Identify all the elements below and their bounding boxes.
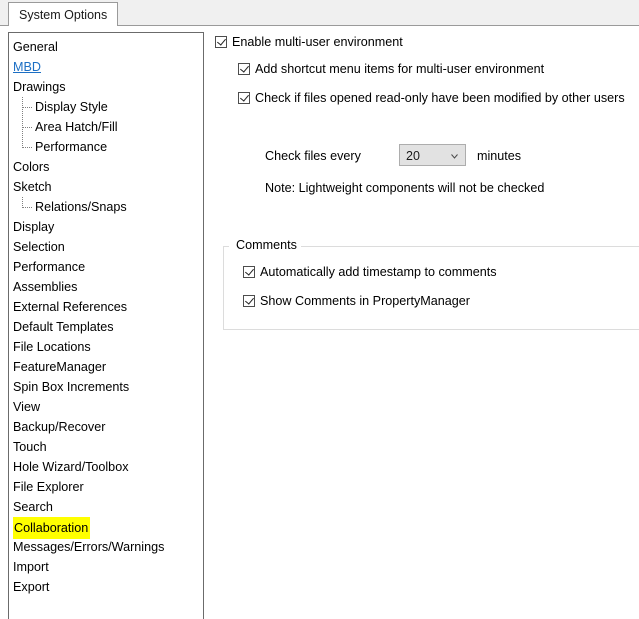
show-comments-pm-label: Show Comments in PropertyManager (260, 294, 470, 308)
check-interval-combobox[interactable]: 20 (399, 144, 466, 166)
tab-system-options[interactable]: System Options (8, 2, 119, 26)
sidebar-item-assemblies[interactable]: Assemblies (9, 277, 203, 297)
comments-group-title: Comments (232, 237, 301, 253)
sidebar-item-search[interactable]: Search (9, 497, 203, 517)
sidebar-item-external-references[interactable]: External References (9, 297, 203, 317)
sidebar-item-label: Import (13, 560, 49, 574)
sidebar-item-mbd[interactable]: MBD (9, 57, 203, 77)
lightweight-note: Note: Lightweight components will not be… (265, 181, 545, 195)
sidebar-item-general[interactable]: General (9, 37, 203, 57)
sidebar-item-performance[interactable]: Performance (9, 257, 203, 277)
tree-connector (9, 117, 35, 137)
tree-connector (9, 137, 35, 157)
sidebar-item-display-style[interactable]: Display Style (9, 97, 203, 117)
auto-timestamp-label: Automatically add timestamp to comments (260, 265, 497, 279)
sidebar-item-label: View (13, 400, 41, 414)
tree-connector (9, 197, 35, 217)
sidebar-item-label: Performance (13, 260, 86, 274)
sidebar-item-performance[interactable]: Performance (9, 137, 203, 157)
sidebar-item-label: Backup/Recover (13, 420, 106, 434)
check-readonly-label: Check if files opened read-only have bee… (255, 91, 625, 105)
sidebar-item-touch[interactable]: Touch (9, 437, 203, 457)
sidebar-item-label: Sketch (13, 180, 52, 194)
sidebar-item-drawings[interactable]: Drawings (9, 77, 203, 97)
sidebar-item-label: Search (13, 500, 53, 514)
sidebar-item-label: Messages/Errors/Warnings (13, 540, 165, 554)
sidebar-item-export[interactable]: Export (9, 577, 203, 597)
sidebar-item-label: MBD (13, 60, 41, 74)
sidebar-item-default-templates[interactable]: Default Templates (9, 317, 203, 337)
sidebar-item-label: Spin Box Increments (13, 380, 130, 394)
sidebar-item-label: Export (13, 580, 50, 594)
checkbox-row-add-shortcut[interactable]: Add shortcut menu items for multi-user e… (238, 61, 544, 77)
sidebar-item-label: File Explorer (13, 480, 84, 494)
add-shortcut-label: Add shortcut menu items for multi-user e… (255, 62, 545, 76)
sidebar-item-label: Selection (13, 240, 65, 254)
sidebar-item-relations-snaps[interactable]: Relations/Snaps (9, 197, 203, 217)
group-border-left (223, 246, 229, 247)
check-interval-suffix-label: minutes (477, 149, 522, 163)
sidebar-item-label: Default Templates (13, 320, 114, 334)
show-comments-pm-checkbox[interactable] (243, 295, 255, 307)
check-readonly-checkbox[interactable] (238, 92, 250, 104)
sidebar-item-selection[interactable]: Selection (9, 237, 203, 257)
sidebar-item-label: Area Hatch/Fill (35, 120, 118, 134)
sidebar-item-label: Relations/Snaps (35, 200, 127, 214)
add-shortcut-checkbox[interactable] (238, 63, 250, 75)
sidebar-item-label: Display (13, 220, 55, 234)
tab-strip: System Options (0, 0, 639, 26)
sidebar-item-label: External References (13, 300, 128, 314)
enable-multiuser-label: Enable multi-user environment (232, 35, 403, 49)
sidebar-item-label: Drawings (13, 80, 66, 94)
sidebar-item-label: Hole Wizard/Toolbox (13, 460, 129, 474)
sidebar-item-display[interactable]: Display (9, 217, 203, 237)
chevron-down-icon (451, 153, 458, 160)
checkbox-row-auto-timestamp[interactable]: Automatically add timestamp to comments (243, 264, 497, 280)
sidebar-item-label: Touch (13, 440, 47, 454)
sidebar-item-file-locations[interactable]: File Locations (9, 337, 203, 357)
sidebar-item-import[interactable]: Import (9, 557, 203, 577)
sidebar-item-spin-box-increments[interactable]: Spin Box Increments (9, 377, 203, 397)
sidebar-item-label: Collaboration (13, 517, 91, 539)
sidebar-item-backup-recover[interactable]: Backup/Recover (9, 417, 203, 437)
sidebar-item-label: Colors (13, 160, 50, 174)
sidebar-item-view[interactable]: View (9, 397, 203, 417)
sidebar-item-area-hatch-fill[interactable]: Area Hatch/Fill (9, 117, 203, 137)
checkbox-row-show-comments-pm[interactable]: Show Comments in PropertyManager (243, 293, 470, 309)
sidebar-item-file-explorer[interactable]: File Explorer (9, 477, 203, 497)
check-interval-prefix-label: Check files every (265, 149, 361, 163)
sidebar-item-label: Assemblies (13, 280, 78, 294)
comments-group: Comments Automatically add timestamp to … (223, 237, 639, 330)
group-border-right (300, 246, 639, 247)
sidebar-item-messages-errors-warnings[interactable]: Messages/Errors/Warnings (9, 537, 203, 557)
check-interval-value: 20 (406, 149, 420, 163)
sidebar-item-label: Display Style (35, 100, 108, 114)
sidebar-item-colors[interactable]: Colors (9, 157, 203, 177)
sidebar-item-label: Performance (35, 140, 108, 154)
sidebar-item-label: FeatureManager (13, 360, 107, 374)
sidebar-item-label: General (13, 40, 58, 54)
sidebar-item-collaboration[interactable]: Collaboration (9, 517, 203, 539)
checkbox-row-enable-multiuser[interactable]: Enable multi-user environment (215, 34, 403, 50)
auto-timestamp-checkbox[interactable] (243, 266, 255, 278)
sidebar-item-featuremanager[interactable]: FeatureManager (9, 357, 203, 377)
options-detail-panel: Enable multi-user environment Add shortc… (211, 30, 639, 619)
sidebar-item-sketch[interactable]: Sketch (9, 177, 203, 197)
options-category-list[interactable]: General MBD Drawings Display Style Area Hatc… (8, 32, 204, 619)
tree-connector (9, 97, 35, 117)
sidebar-item-label: File Locations (13, 340, 91, 354)
enable-multiuser-checkbox[interactable] (215, 36, 227, 48)
sidebar-item-hole-wizard-toolbox[interactable]: Hole Wizard/Toolbox (9, 457, 203, 477)
checkbox-row-check-readonly[interactable]: Check if files opened read-only have bee… (238, 90, 625, 106)
